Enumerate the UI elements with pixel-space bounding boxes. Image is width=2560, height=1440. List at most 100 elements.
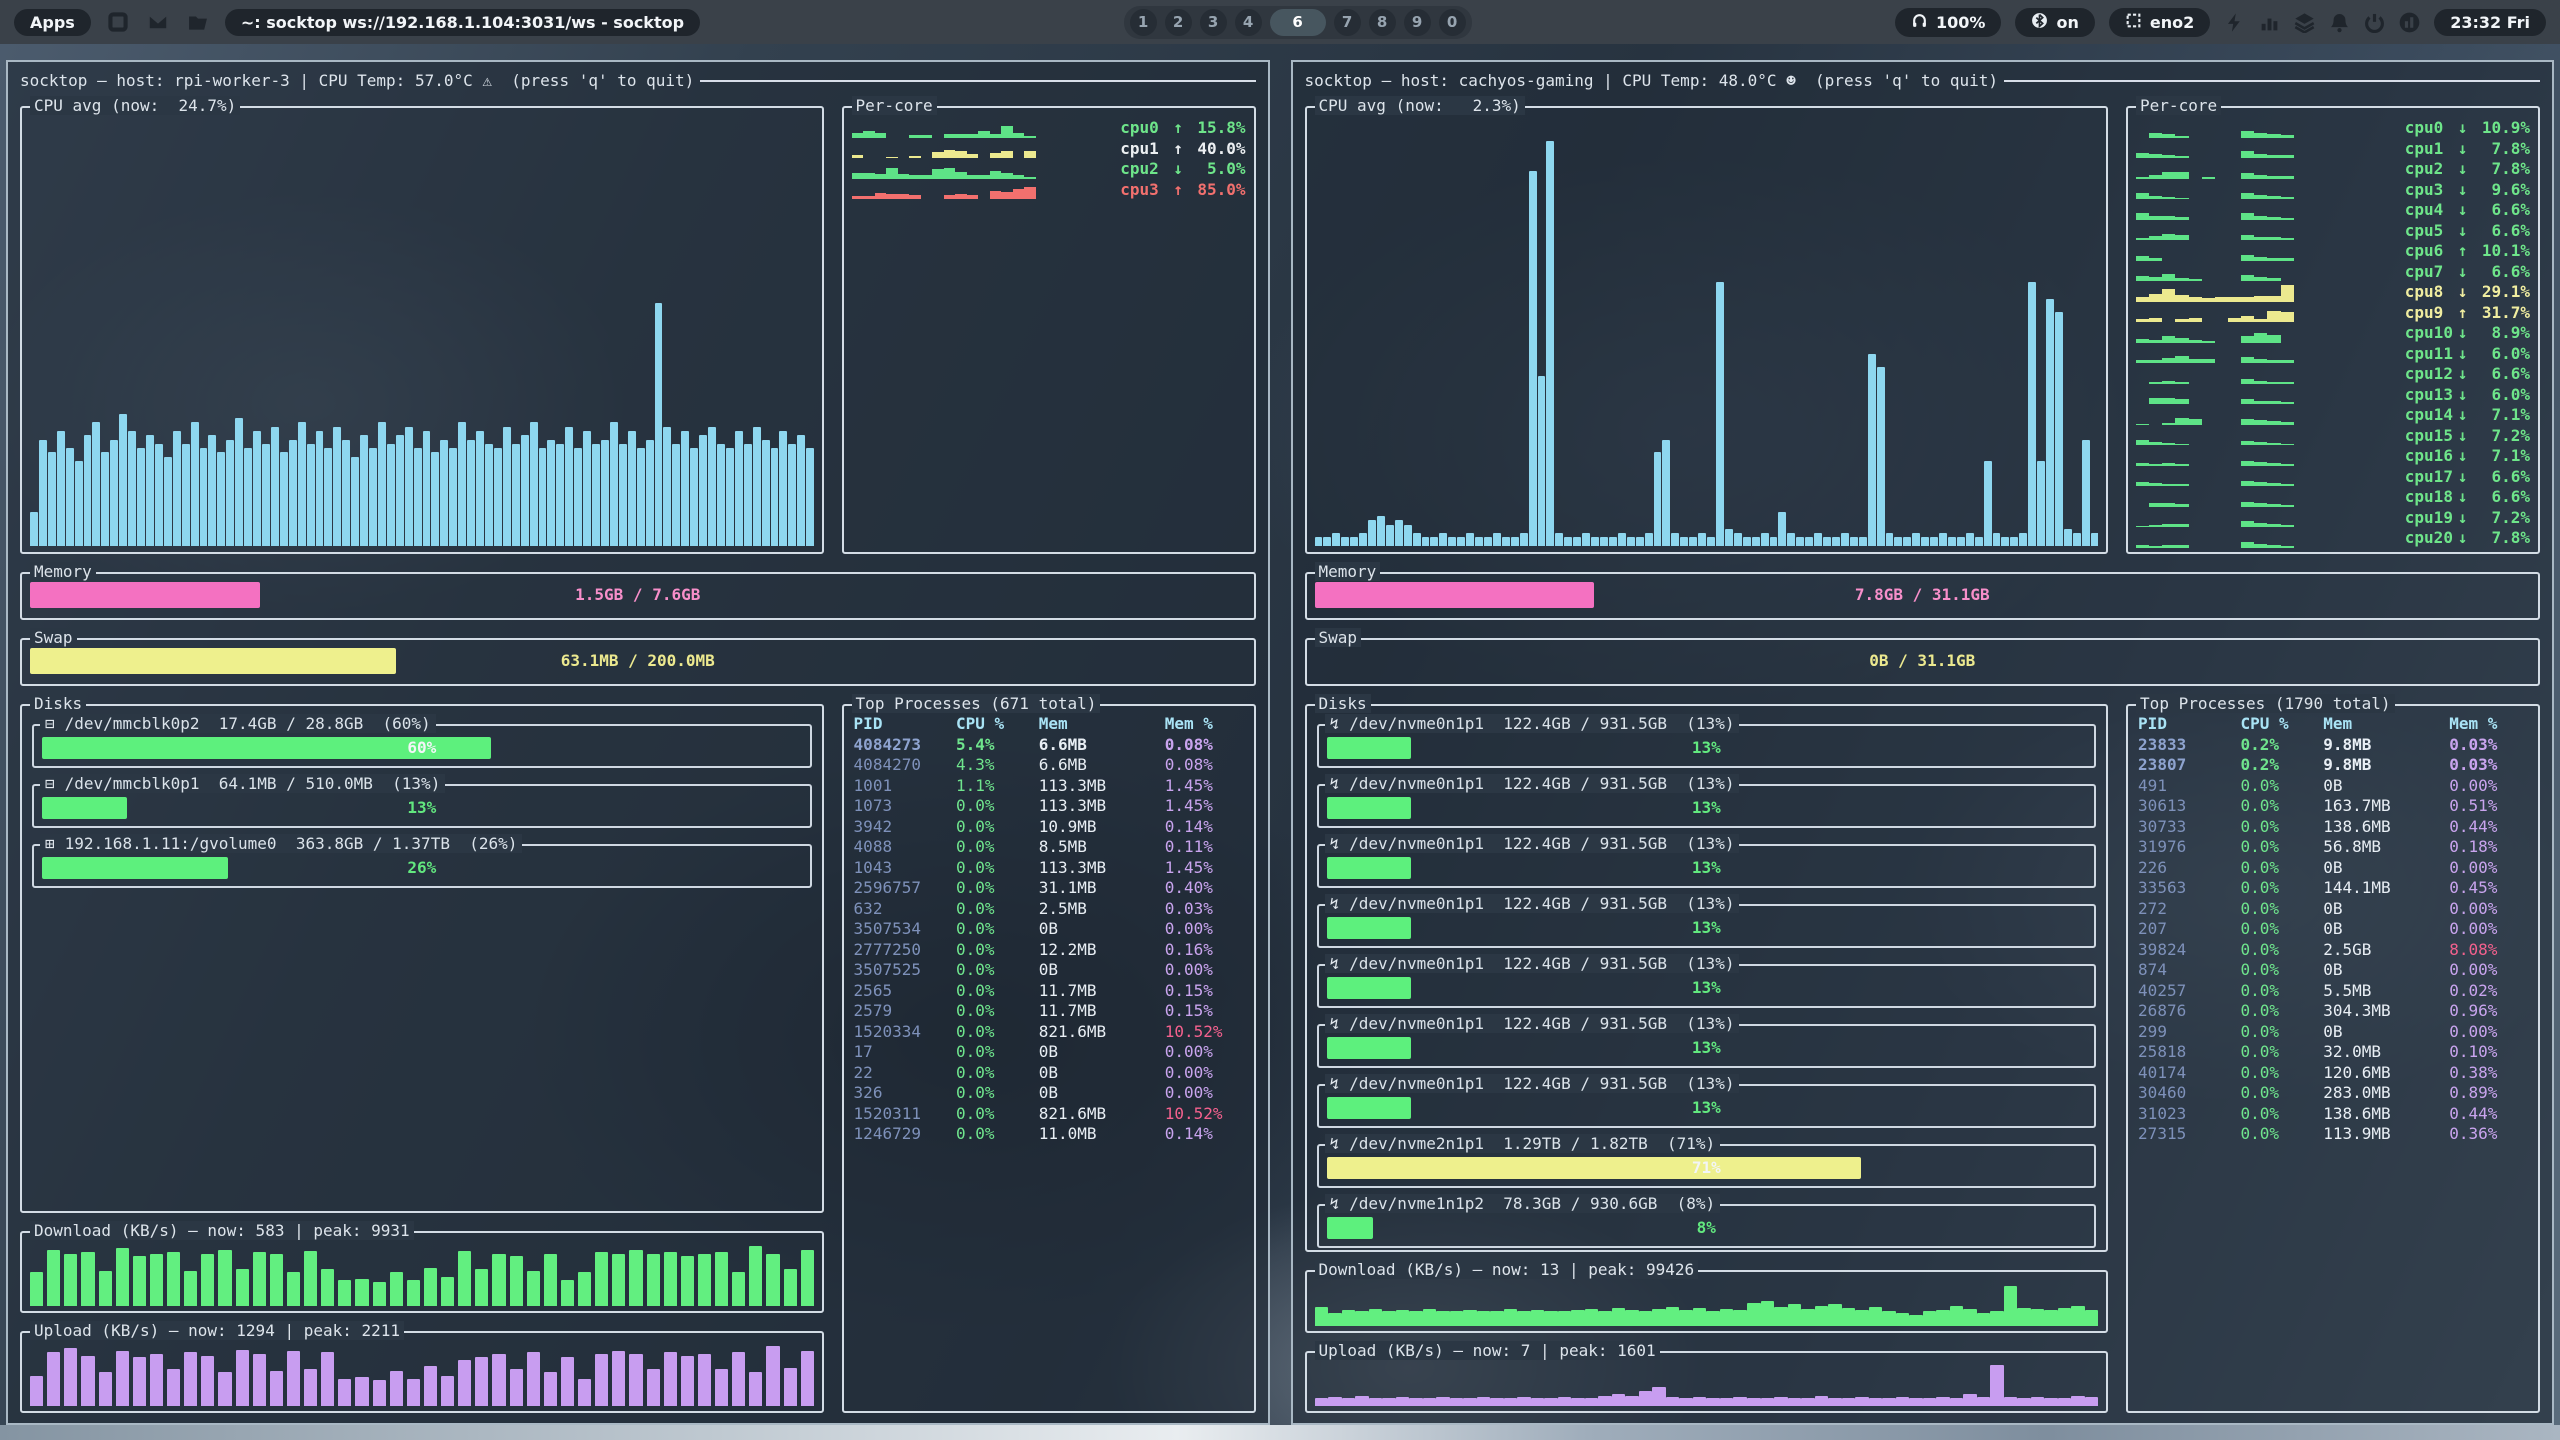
disk-percent-label: 13%: [1319, 858, 2095, 877]
signal-bars-icon[interactable]: [2259, 12, 2280, 33]
process-cell: 0.00%: [1165, 919, 1248, 940]
volume-pill[interactable]: 100%: [1895, 8, 2001, 37]
process-cell: 144.1MB: [2323, 878, 2449, 899]
process-cell: 0.0%: [2240, 817, 2323, 838]
process-table: PIDCPU %MemMem %238330.2%9.8MB0.03%23807…: [2138, 714, 2532, 1145]
process-table: PIDCPU %MemMem %40842735.4%6.6MB0.08%408…: [854, 714, 1248, 1145]
layers-icon[interactable]: [2294, 12, 2315, 33]
disk-usage: 122.4GB / 931.5GB (13%): [1484, 1014, 1734, 1033]
process-cell: 0.0%: [956, 960, 1039, 981]
core-row-cpu6: cpu6↑10.1%: [2134, 241, 2532, 262]
disk-name: /dev/nvme1n1p2: [1349, 1194, 1484, 1213]
process-cell: 0.0%: [956, 1022, 1039, 1043]
column-header: PID: [854, 714, 956, 735]
process-cell: 0.00%: [2449, 960, 2532, 981]
per-core-title: Per-core: [852, 96, 937, 115]
process-cell: 0.00%: [2449, 919, 2532, 940]
process-cell: 0.08%: [1165, 735, 1248, 756]
flash-icon: ↯: [1330, 1014, 1340, 1033]
workspace-1[interactable]: 1: [1130, 9, 1157, 36]
disk-row: ⊟/dev/mmcblk0p2 17.4GB / 28.8GB (60%)60%: [32, 724, 812, 768]
disk-percent-label: 13%: [1319, 738, 2095, 757]
active-window-title[interactable]: ~: socktop ws://192.168.1.104:3031/ws - …: [225, 9, 700, 36]
disk-usage: 64.1MB / 510.0MB (13%): [200, 774, 441, 793]
process-cell: 2579: [854, 1001, 956, 1022]
disks-title: Disks: [30, 694, 86, 713]
process-cell: 0.16%: [1165, 940, 1248, 961]
clock-pill[interactable]: 23:32 Fri: [2434, 9, 2546, 36]
process-cell: 10.9MB: [1039, 817, 1165, 838]
upload-chart: [1315, 1365, 2099, 1407]
process-cell: 0.0%: [956, 817, 1039, 838]
workspace-0[interactable]: 0: [1439, 9, 1466, 36]
disk-percent-label: 71%: [1319, 1158, 2095, 1177]
disk-name: /dev/nvme0n1p1: [1349, 1014, 1484, 1033]
download-box: Download (KB/s) — now: 583 | peak: 9931: [20, 1231, 824, 1313]
disk-usage: 78.3GB / 930.6GB (8%): [1484, 1194, 1715, 1213]
process-cell: 113.3MB: [1039, 796, 1165, 817]
upload-title: Upload (KB/s) — now: 1294 | peak: 2211: [30, 1321, 404, 1340]
process-cell: 0.14%: [1165, 817, 1248, 838]
disk-usage: 122.4GB / 931.5GB (13%): [1484, 834, 1734, 853]
swap-box: Swap 63.1MB / 200.0MB: [20, 638, 1256, 686]
workspace-3[interactable]: 3: [1200, 9, 1227, 36]
process-cell: 0.2%: [2240, 735, 2323, 756]
workspace-2[interactable]: 2: [1165, 9, 1192, 36]
workspace-7[interactable]: 7: [1334, 9, 1361, 36]
memory-title: Memory: [1315, 562, 1381, 581]
process-cell: 0.0%: [956, 1104, 1039, 1125]
window-icon[interactable]: [105, 9, 131, 35]
process-cell: 17: [854, 1042, 956, 1063]
process-cell: 0.0%: [2240, 919, 2323, 940]
cpu-history-chart: [30, 120, 814, 546]
disk-row: ↯/dev/nvme2n1p1 1.29TB / 1.82TB (71%)71%: [1317, 1144, 2097, 1188]
disk-name: /dev/nvme0n1p1: [1349, 774, 1484, 793]
apps-label: Apps: [30, 13, 75, 32]
workspace-4[interactable]: 4: [1235, 9, 1262, 36]
process-cell: 4.3%: [956, 755, 1039, 776]
flash-icon: ↯: [1330, 1074, 1340, 1093]
bolt-icon[interactable]: [2224, 12, 2245, 33]
process-cell: 491: [2138, 776, 2240, 797]
process-cell: 0.44%: [2449, 1104, 2532, 1125]
process-cell: 9.8MB: [2323, 735, 2449, 756]
top-processes-title: Top Processes (671 total): [852, 694, 1101, 713]
activity-icon[interactable]: [2399, 12, 2420, 33]
process-cell: 0.0%: [956, 919, 1039, 940]
core-row-cpu3: cpu3↑85.0%: [850, 180, 1248, 201]
workspace-6[interactable]: 6: [1270, 9, 1326, 36]
process-cell: 0.03%: [2449, 755, 2532, 776]
folder-icon[interactable]: [185, 9, 211, 35]
disk-percent-label: 13%: [1319, 798, 2095, 817]
per-core-list: cpu0↑15.8%cpu1↑40.0%cpu2↓ 5.0%cpu3↑85.0%: [850, 118, 1248, 548]
process-cell: 4084273: [854, 735, 956, 756]
memory-box: Memory 1.5GB / 7.6GB: [20, 572, 1256, 620]
process-cell: 0.0%: [2240, 796, 2323, 817]
core-row-cpu17: cpu17↓ 6.6%: [2134, 467, 2532, 488]
bluetooth-pill[interactable]: on: [2015, 8, 2094, 37]
flash-icon: ↯: [1330, 774, 1340, 793]
terminal-rpi-worker-3[interactable]: socktop — host: rpi-worker-3 | CPU Temp:…: [6, 60, 1270, 1425]
process-cell: 0.0%: [2240, 878, 2323, 899]
disk-percent-label: 13%: [1319, 918, 2095, 937]
disk-row: ⊟/dev/mmcblk0p1 64.1MB / 510.0MB (13%)13…: [32, 784, 812, 828]
process-cell: 0.0%: [2240, 1083, 2323, 1104]
apps-button[interactable]: Apps: [14, 9, 91, 36]
process-cell: 0.0%: [2240, 1022, 2323, 1043]
terminal-cachyos-gaming[interactable]: socktop — host: cachyos-gaming | CPU Tem…: [1291, 60, 2555, 1425]
disk-icon: ⊟: [45, 714, 55, 733]
header-rule: [2004, 80, 2540, 82]
workspace-8[interactable]: 8: [1369, 9, 1396, 36]
column-header: CPU %: [2240, 714, 2323, 735]
disk-percent-label: 8%: [1319, 1218, 2095, 1237]
bell-icon[interactable]: [2329, 12, 2350, 33]
disk-name: /dev/mmcblk0p2: [65, 714, 200, 733]
process-cell: 0.89%: [2449, 1083, 2532, 1104]
network-pill[interactable]: eno2: [2109, 8, 2210, 37]
disk-percent-label: 13%: [1319, 1098, 2095, 1117]
mail-icon[interactable]: [145, 9, 171, 35]
power-icon[interactable]: [2364, 12, 2385, 33]
workspace-9[interactable]: 9: [1404, 9, 1431, 36]
process-cell: 6.6MB: [1039, 755, 1165, 776]
process-cell: 0B: [2323, 1022, 2449, 1043]
